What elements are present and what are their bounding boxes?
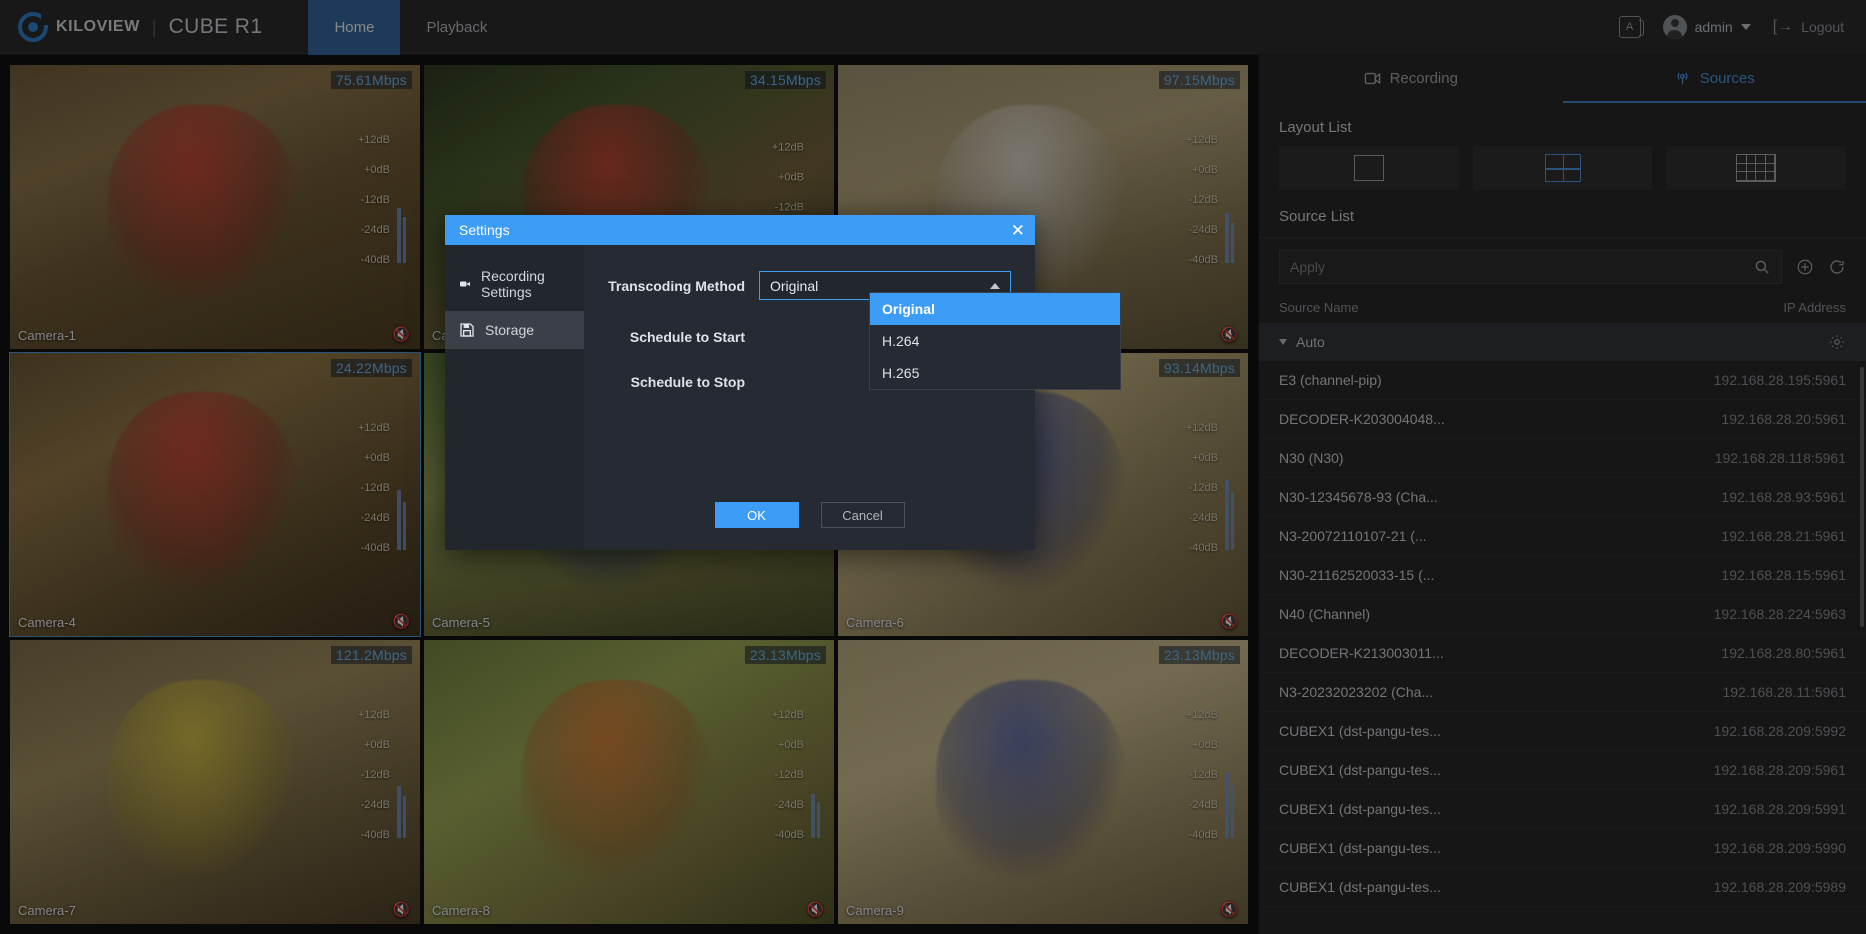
dialog-titlebar: Settings ✕ xyxy=(445,215,1035,245)
dialog-nav-label: Recording Settings xyxy=(481,268,570,300)
dropdown-option-h265[interactable]: H.265 xyxy=(870,357,1120,389)
ok-button[interactable]: OK xyxy=(715,502,799,528)
cancel-button[interactable]: Cancel xyxy=(821,502,905,528)
field-label: Schedule to Start xyxy=(584,329,759,345)
dialog-title: Settings xyxy=(459,222,510,238)
dialog-body: Recording Settings Storage Transcoding M… xyxy=(445,245,1035,550)
dialog-nav-recording-settings[interactable]: Recording Settings xyxy=(445,257,584,311)
dropdown-option-h264[interactable]: H.264 xyxy=(870,325,1120,357)
transcoding-method-dropdown[interactable]: Original H.264 H.265 xyxy=(869,292,1121,390)
camera-icon xyxy=(459,276,471,292)
select-value: Original xyxy=(770,278,818,294)
field-label: Schedule to Stop xyxy=(584,374,759,390)
field-label: Transcoding Method xyxy=(584,278,759,294)
dialog-footer: OK Cancel xyxy=(584,502,1035,528)
save-disk-icon xyxy=(459,322,475,338)
dropdown-option-original[interactable]: Original xyxy=(870,293,1120,325)
settings-dialog: Settings ✕ Recording Settings Storage Tr… xyxy=(445,215,1035,550)
dialog-nav: Recording Settings Storage xyxy=(445,245,584,550)
dialog-nav-storage[interactable]: Storage xyxy=(445,311,584,349)
chevron-up-icon xyxy=(990,283,1000,289)
dialog-nav-label: Storage xyxy=(485,322,534,338)
dialog-main: Transcoding Method Original Schedule to … xyxy=(584,245,1035,550)
close-icon[interactable]: ✕ xyxy=(1011,222,1025,239)
